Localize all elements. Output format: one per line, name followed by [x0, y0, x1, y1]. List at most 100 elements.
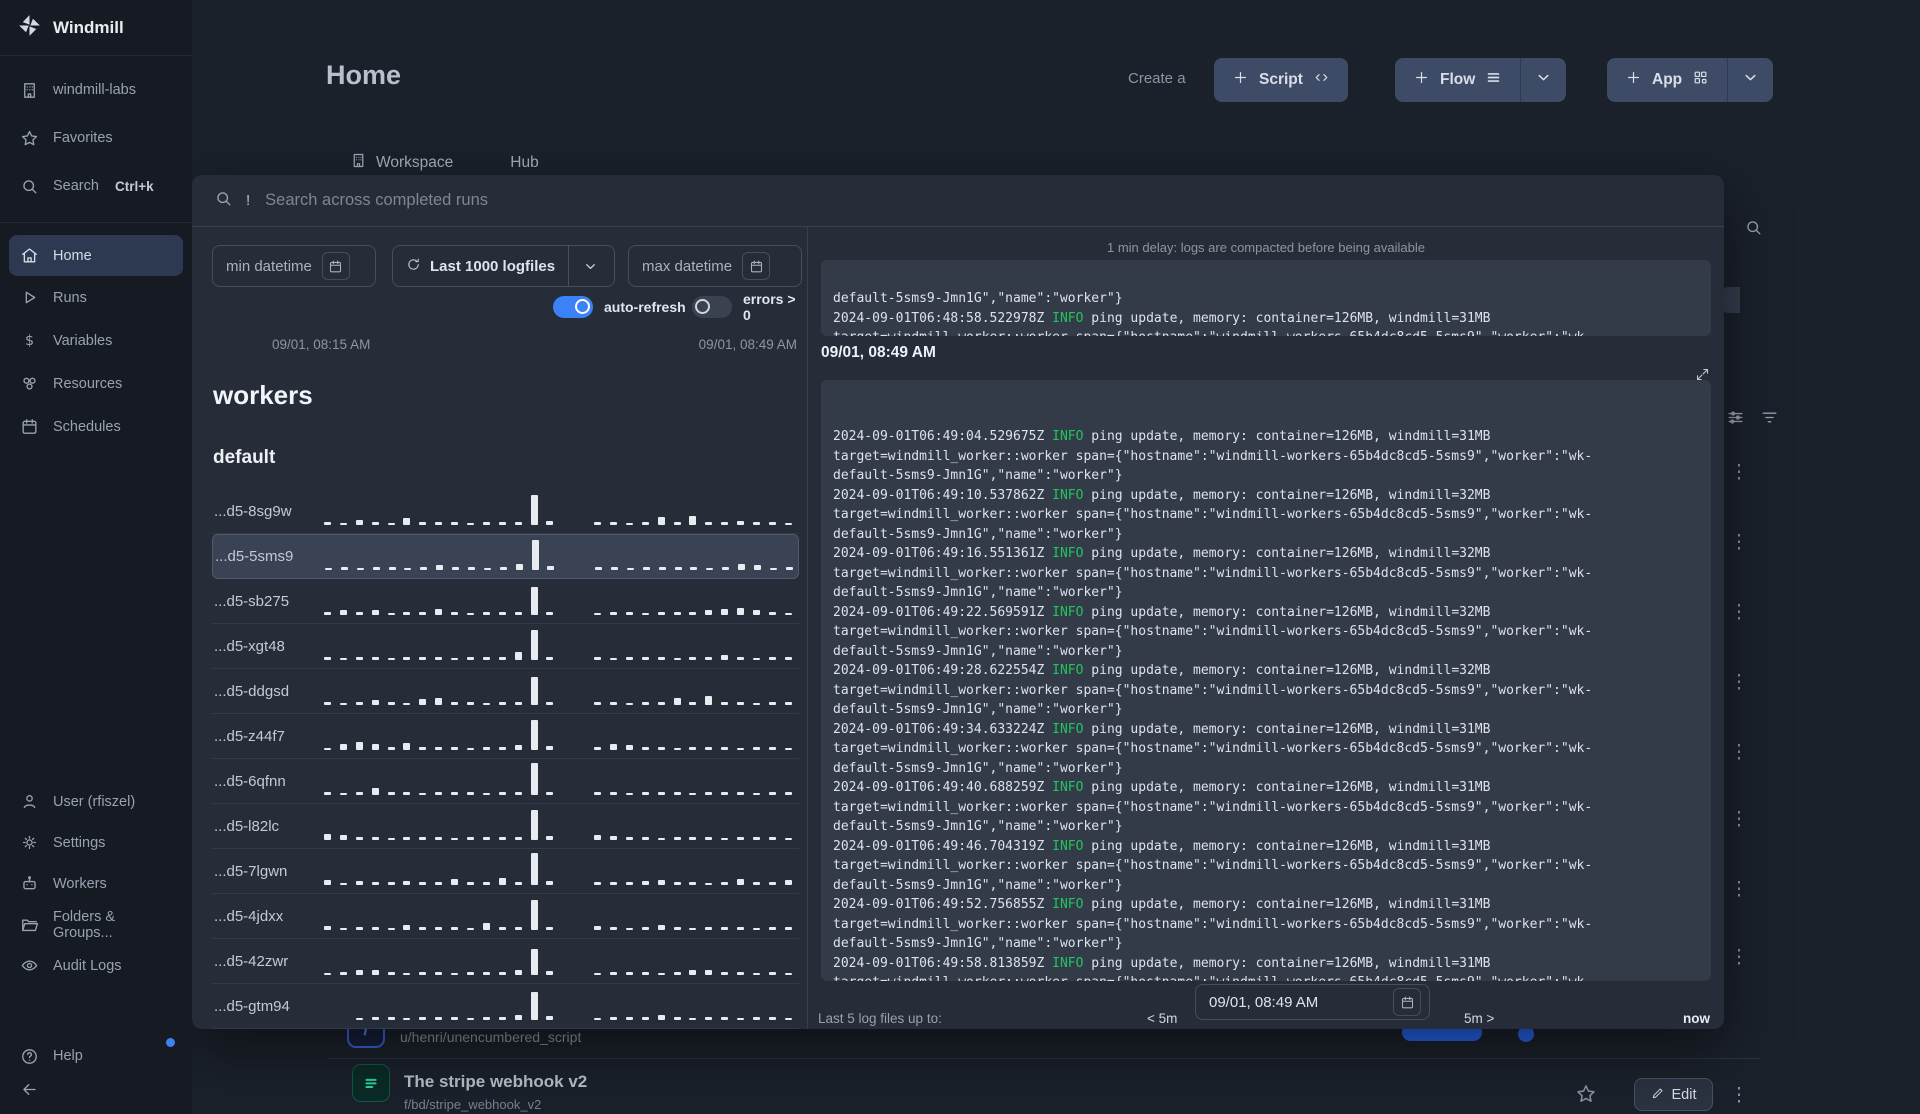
auto-refresh-toggle[interactable]	[553, 296, 593, 318]
worker-name: ...d5-z44f7	[214, 727, 285, 745]
sidebar-item-schedules[interactable]: Schedules	[0, 405, 192, 448]
forward-5m-button[interactable]: 5m >	[1464, 1011, 1494, 1026]
calendar-icon[interactable]	[1393, 988, 1421, 1016]
sidebar-item-windmill-labs[interactable]: windmill-labs	[0, 66, 192, 114]
app-dropdown-button[interactable]	[1727, 58, 1773, 102]
row-kebab-menu[interactable]: ⋮	[1729, 461, 1749, 484]
sidebar-item-runs[interactable]: Runs	[0, 276, 192, 319]
filter-list-icon[interactable]	[1760, 408, 1779, 432]
sidebar-divider	[0, 222, 192, 223]
worker-row[interactable]: ...d5-l82lc	[212, 804, 799, 849]
worker-activity-sparkline	[325, 535, 796, 578]
sidebar-item-user-rfiszel[interactable]: User (rfiszel)	[0, 781, 192, 822]
worker-row[interactable]: ...d5-6qfnn	[212, 759, 799, 804]
worker-name: ...d5-8sg9w	[214, 502, 292, 520]
help-icon	[19, 1046, 39, 1066]
worker-name: ...d5-xgt48	[214, 637, 285, 655]
log-level: INFO	[1044, 310, 1092, 326]
item-path: f/bd/stripe_webhook_v2	[404, 1097, 542, 1112]
sidebar-item-home[interactable]: Home	[9, 235, 183, 276]
back-5m-button[interactable]: < 5m	[1147, 1011, 1177, 1026]
plus-icon	[1413, 69, 1430, 91]
now-button[interactable]: now	[1683, 1011, 1710, 1026]
create-script-button[interactable]: Script	[1214, 58, 1348, 102]
chevron-down-icon	[1742, 69, 1759, 91]
keyboard-shortcut: Ctrl+k	[114, 178, 154, 194]
sidebar-item-label: Schedules	[53, 418, 121, 435]
create-app-button[interactable]: App	[1607, 58, 1774, 102]
favorite-star-icon[interactable]	[1575, 1083, 1597, 1110]
worker-group-heading: default	[213, 447, 276, 468]
sidebar-item-resources[interactable]: Resources	[0, 362, 192, 405]
errors-toggle[interactable]	[692, 296, 732, 318]
worker-activity-sparkline	[324, 624, 797, 668]
dollar-icon: $	[19, 331, 39, 351]
row-kebab-menu[interactable]: ⋮	[1729, 946, 1749, 969]
worker-row[interactable]: ...d5-z44f7	[212, 714, 799, 759]
sidebar-item-variables[interactable]: $ Variables	[0, 319, 192, 362]
min-datetime-input[interactable]: min datetime	[212, 245, 376, 287]
row-kebab-menu[interactable]: ⋮	[1729, 1084, 1749, 1107]
windmill-logo-icon	[17, 13, 42, 43]
sidebar-item-workers[interactable]: Workers	[0, 863, 192, 904]
row-kebab-menu[interactable]: ⋮	[1729, 808, 1749, 831]
worker-name: ...d5-ddgsd	[214, 682, 290, 700]
worker-row[interactable]: ...d5-8sg9w	[212, 489, 799, 534]
page-title: Home	[326, 60, 402, 90]
row-kebab-menu[interactable]: ⋮	[1729, 601, 1749, 624]
worker-row[interactable]: ...d5-xgt48	[212, 624, 799, 669]
sidebar-item-search[interactable]: Search Ctrl+k	[0, 162, 192, 210]
worker-row[interactable]: ...d5-ddgsd	[212, 669, 799, 714]
row-kebab-menu[interactable]: ⋮	[1729, 531, 1749, 554]
edit-button[interactable]: Edit	[1634, 1078, 1713, 1111]
sidebar-item-label: Workers	[53, 875, 107, 892]
log-datetime-input[interactable]: 09/01, 08:49 AM	[1195, 984, 1430, 1020]
brand[interactable]: Windmill	[0, 0, 192, 56]
row-kebab-menu[interactable]: ⋮	[1729, 671, 1749, 694]
sidebar-item-label: windmill-labs	[53, 82, 136, 98]
log-level: INFO	[1044, 721, 1092, 737]
calendar-icon[interactable]	[742, 252, 771, 280]
refresh-icon	[406, 257, 421, 276]
row-kebab-menu[interactable]: ⋮	[1729, 741, 1749, 764]
sidebar-item-settings[interactable]: Settings	[0, 822, 192, 863]
flow-dropdown-button[interactable]	[1520, 58, 1566, 102]
eye-icon	[19, 956, 39, 976]
flow-icon	[352, 1064, 390, 1102]
worker-row[interactable]: ...d5-5sms9	[212, 534, 799, 579]
log-footer-label: Last 5 log files up to:	[818, 1011, 942, 1026]
worker-name: ...d5-7lgwn	[214, 862, 288, 880]
log-level: INFO	[1044, 897, 1092, 912]
sidebar-item-favorites[interactable]: Favorites	[0, 114, 192, 162]
tab-workspace[interactable]: Workspace	[350, 152, 453, 174]
search-input[interactable]	[263, 190, 1702, 211]
collapse-sidebar-button[interactable]	[0, 1072, 192, 1106]
sidebar: Windmill windmill-labs Favorites Search Ctr…	[0, 0, 192, 1114]
worker-row[interactable]: ...d5-7lgwn	[212, 849, 799, 894]
worker-activity-sparkline	[324, 669, 797, 713]
sidebar-item-audit-logs[interactable]: Audit Logs	[0, 945, 192, 986]
worker-row[interactable]: ...d5-sb275	[212, 579, 799, 624]
worker-row[interactable]: ...d5-4jdxx	[212, 894, 799, 939]
worker-name: ...d5-gtm94	[214, 997, 290, 1015]
max-datetime-input[interactable]: max datetime	[628, 245, 802, 287]
building-icon	[19, 80, 39, 100]
search-prefix: !	[246, 192, 251, 209]
gear-icon	[19, 833, 39, 853]
log-block-current: 2024-09-01T06:49:04.529675Z INFO ping up…	[821, 380, 1711, 981]
sidebar-item-folders-groups[interactable]: Folders & Groups...	[0, 904, 192, 945]
tab-hub[interactable]: Hub	[501, 152, 538, 174]
calendar-icon[interactable]	[321, 252, 350, 280]
worker-row[interactable]: ...d5-42zwr	[212, 939, 799, 984]
search-toolbar-icon[interactable]	[1744, 218, 1763, 242]
row-kebab-menu[interactable]: ⋮	[1729, 878, 1749, 901]
worker-activity-sparkline	[324, 804, 797, 848]
chevron-down-icon[interactable]	[569, 259, 611, 274]
create-flow-button[interactable]: Flow	[1395, 58, 1567, 102]
create-flow-label: Flow	[1440, 71, 1476, 88]
robot-icon	[19, 874, 39, 894]
worker-name: ...d5-5sms9	[215, 548, 294, 565]
worker-row[interactable]: ...d5-gtm94	[212, 984, 799, 1029]
filter-sliders-icon[interactable]	[1726, 408, 1745, 432]
logfiles-select[interactable]: Last 1000 logfiles	[392, 245, 615, 287]
